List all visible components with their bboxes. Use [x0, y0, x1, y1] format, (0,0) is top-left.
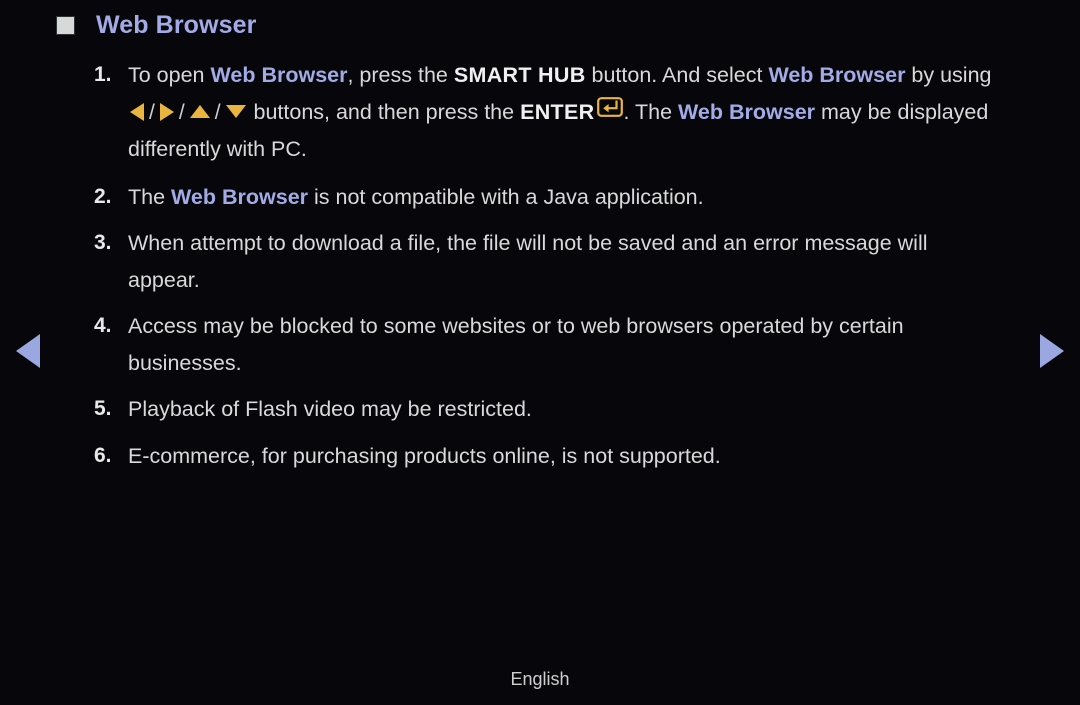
list-item-number: 2.	[94, 184, 112, 208]
arrow-right-triangle-icon	[159, 102, 174, 121]
list-item: 4. Access may be blocked to some websites…	[94, 308, 994, 381]
list-item: 1. To open Web Browser, press the SMART H…	[94, 57, 994, 168]
list-item-number: 3.	[94, 231, 112, 255]
list-item-text: E-commerce, for purchasing products onli…	[128, 443, 721, 468]
list-item-text: Access may be blocked to some websites o…	[128, 314, 904, 375]
list-item: 3. When attempt to download a file, the f…	[94, 225, 994, 298]
list-item-text: When attempt to download a file, the fil…	[128, 231, 928, 292]
list-item-number: 5.	[94, 397, 112, 421]
enter-key-icon	[597, 93, 624, 130]
square-bullet-icon	[56, 16, 75, 35]
list-item-text: To open Web Browser, press the SMART HUB…	[128, 63, 992, 162]
glyph-separator: /	[214, 100, 221, 124]
arrow-up-triangle-icon	[189, 105, 210, 119]
arrow-down-triangle-icon	[225, 105, 246, 119]
list-item-number: 6.	[94, 443, 112, 467]
list-item-text: The Web Browser is not compatible with a…	[128, 184, 704, 209]
keyword-text: Web Browser	[768, 63, 906, 87]
page-heading: Web Browser	[56, 13, 256, 38]
glyph-separator: /	[149, 100, 155, 124]
list-item: 5. Playback of Flash video may be restric…	[94, 391, 994, 428]
keyword-text: Web Browser	[210, 63, 348, 87]
list-item: 2. The Web Browser is not compatible with…	[94, 179, 994, 216]
nav-arrow-right-icon[interactable]	[1040, 334, 1064, 368]
arrow-left-triangle-icon	[130, 102, 144, 121]
button-name-text: ENTER	[520, 99, 595, 124]
instruction-list: 1. To open Web Browser, press the SMART H…	[94, 57, 994, 484]
glyph-separator: /	[178, 100, 185, 124]
footer-language-label: English	[510, 669, 570, 689]
list-item-number: 1.	[94, 63, 112, 86]
list-item: 6. E-commerce, for purchasing products on…	[94, 438, 994, 475]
page-title: Web Browser	[96, 11, 257, 39]
keyword-text: Web Browser	[678, 99, 816, 124]
button-name-text: SMART HUB	[453, 63, 586, 87]
nav-arrow-left-icon[interactable]	[16, 334, 40, 368]
list-item-text: Playback of Flash video may be restricte…	[128, 397, 532, 422]
keyword-text: Web Browser	[171, 184, 309, 209]
list-item-number: 4.	[94, 314, 112, 338]
